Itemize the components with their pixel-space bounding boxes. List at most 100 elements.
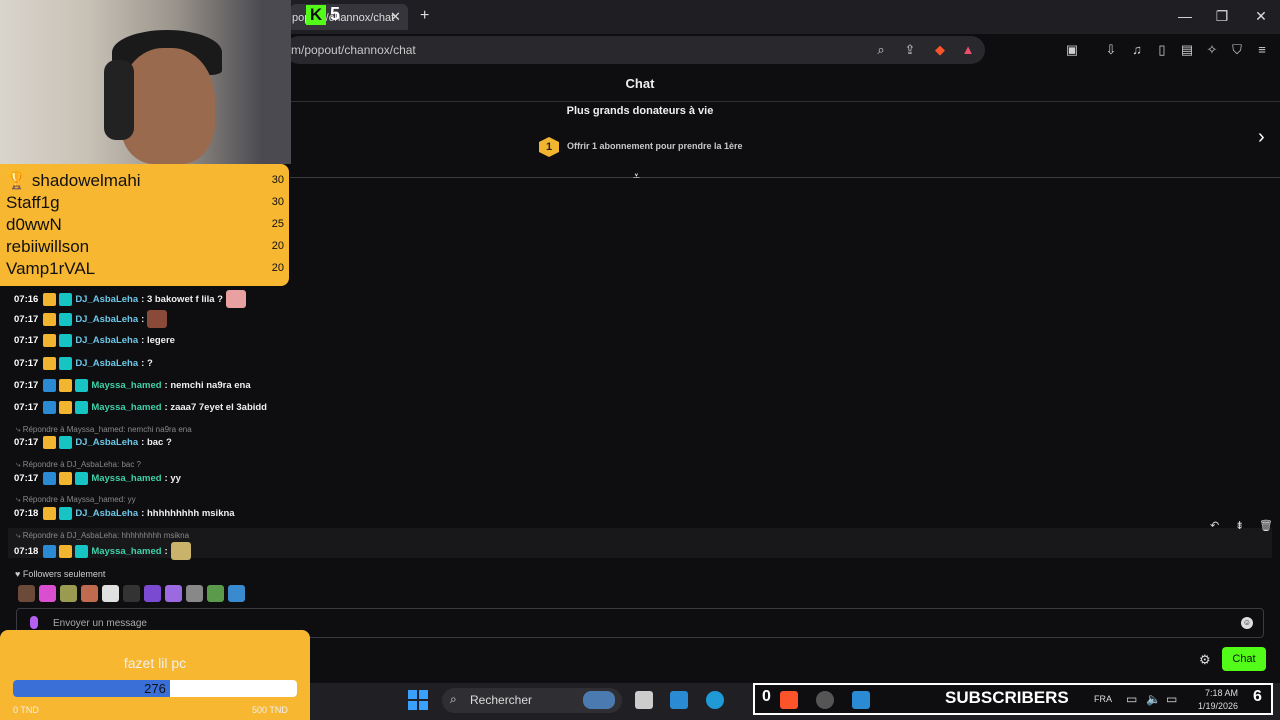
- leaderboard-score: 20: [271, 240, 284, 252]
- screenshot-icon[interactable]: ▣: [1064, 42, 1080, 58]
- message-username[interactable]: DJ_AsbaLeha: [75, 437, 138, 448]
- windows-start-icon[interactable]: [408, 690, 428, 710]
- chat-message[interactable]: 07:17 DJ_AsbaLeha: legere: [14, 334, 175, 347]
- delete-icon[interactable]: 🗑: [1259, 519, 1273, 532]
- message-username[interactable]: Mayssa_hamed: [91, 473, 161, 484]
- goal-title: fazet lil pc: [123, 655, 187, 671]
- network-icon[interactable]: ▭: [1126, 692, 1137, 706]
- crown-badge-icon: [59, 379, 73, 392]
- emote-icon[interactable]: [144, 585, 161, 602]
- app-icon[interactable]: [852, 691, 870, 709]
- message-username[interactable]: DJ_AsbaLeha: [75, 294, 138, 305]
- reply-text: Répondre à Mayssa_hamed: yy: [22, 495, 136, 504]
- reply-text: Répondre à Mayssa_hamed: nemchi na9ra en…: [22, 425, 192, 434]
- brave-rewards-icon[interactable]: ▲: [960, 42, 976, 58]
- app-icon[interactable]: [670, 691, 688, 709]
- reply-icon[interactable]: ↶: [1210, 519, 1219, 532]
- sidebar-icon[interactable]: ▯: [1154, 42, 1170, 58]
- maximize-button[interactable]: ❐: [1212, 8, 1232, 25]
- clock-date[interactable]: 1/19/2026: [1198, 701, 1238, 711]
- emote-icon[interactable]: [186, 585, 203, 602]
- clock-time[interactable]: 7:18 AM: [1205, 688, 1238, 698]
- chat-message[interactable]: 07:17 Mayssa_hamed: nemchi na9ra ena: [14, 379, 251, 392]
- chat-message[interactable]: 07:17 Mayssa_hamed: zaaa7 7eyet el 3abid…: [14, 401, 267, 414]
- chat-message[interactable]: 07:17 DJ_AsbaLeha: ?: [14, 357, 153, 370]
- microphone-icon[interactable]: [30, 616, 38, 629]
- divider: [290, 177, 1280, 178]
- media-icon[interactable]: ♫: [1129, 42, 1145, 58]
- tab-badge: 5: [330, 4, 341, 24]
- mod-badge-icon: [59, 292, 73, 306]
- task-view-icon[interactable]: [635, 691, 653, 709]
- leaderboard-name: Vamp1rVAL: [6, 259, 96, 278]
- message-username[interactable]: DJ_AsbaLeha: [75, 358, 138, 369]
- download-icon[interactable]: ⇩: [1103, 42, 1119, 58]
- emote-icon[interactable]: [39, 585, 56, 602]
- reply-context[interactable]: ⤷ Répondre à Mayssa_hamed: yy: [16, 495, 136, 505]
- emote-icon[interactable]: [165, 585, 182, 602]
- message-username[interactable]: DJ_AsbaLeha: [75, 508, 138, 519]
- gift-sub-prompt[interactable]: Offrir 1 abonnement pour prendre la 1ère: [567, 141, 743, 151]
- hovered-message-bg: [8, 528, 1272, 558]
- leaderboard-name: Staff1g: [6, 193, 60, 212]
- message-username[interactable]: Mayssa_hamed: [91, 380, 161, 391]
- reply-context[interactable]: ⤷ Répondre à Mayssa_hamed: nemchi na9ra …: [16, 425, 192, 435]
- window-close-button[interactable]: ✕: [1251, 8, 1271, 25]
- followers-only-notice: ♥ Followers seulement: [15, 569, 106, 579]
- mod-badge-icon: [59, 436, 73, 449]
- new-tab-button[interactable]: +: [420, 7, 429, 25]
- language-indicator[interactable]: FRA: [1094, 694, 1112, 704]
- message-text: : zaaa7 7eyet el 3abidd: [164, 402, 267, 413]
- emote-icon[interactable]: [102, 585, 119, 602]
- obs-icon[interactable]: [816, 691, 834, 709]
- brave-icon[interactable]: [780, 691, 798, 709]
- emote-icon[interactable]: [123, 585, 140, 602]
- edge-icon[interactable]: [706, 691, 724, 709]
- emote-icon[interactable]: [18, 585, 35, 602]
- chat-message[interactable]: 07:17 DJ_AsbaLeha: bac ?: [14, 436, 172, 449]
- vpn-icon[interactable]: ⛉: [1229, 42, 1245, 58]
- url-text: m/popout/channox/chat: [291, 43, 416, 57]
- emote-icon: [170, 542, 191, 560]
- emote-icon[interactable]: [81, 585, 98, 602]
- gear-icon[interactable]: ⚙: [1199, 652, 1211, 668]
- menu-icon[interactable]: ≡: [1254, 42, 1270, 58]
- subscribers-label: SUBSCRIBERS: [945, 688, 1069, 707]
- message-username[interactable]: DJ_AsbaLeha: [75, 314, 138, 325]
- chat-message[interactable]: 07:17 Mayssa_hamed: yy: [14, 472, 181, 485]
- wallet-icon[interactable]: ▤: [1179, 42, 1195, 58]
- reply-context[interactable]: ⤷ Répondre à DJ_AsbaLeha: hhhhhhhhh msik…: [16, 531, 189, 541]
- message-placeholder: Envoyer un message: [53, 618, 147, 629]
- battery-icon[interactable]: ▭: [1166, 692, 1177, 706]
- pickaxe-badge-icon: [43, 544, 57, 558]
- send-chat-button[interactable]: Chat: [1222, 647, 1266, 671]
- message-username[interactable]: DJ_AsbaLeha: [75, 335, 138, 346]
- reply-context[interactable]: ⤷ Répondre à DJ_AsbaLeha: bac ?: [16, 460, 141, 470]
- quick-emote-bar: [18, 585, 245, 602]
- chat-message[interactable]: 07:17 DJ_AsbaLeha:: [14, 310, 168, 328]
- message-text: : yy: [164, 473, 181, 484]
- emote-icon[interactable]: [60, 585, 77, 602]
- leaderboard-score: 25: [271, 218, 284, 230]
- volume-icon[interactable]: 🔈: [1146, 692, 1161, 706]
- message-username[interactable]: Mayssa_hamed: [91, 546, 161, 557]
- chat-message[interactable]: 07:18 Mayssa_hamed:: [14, 542, 191, 560]
- message-time: 07:16: [14, 293, 39, 305]
- chat-message[interactable]: 07:16 DJ_AsbaLeha: 3 bakowet f lila ?: [14, 290, 246, 308]
- headset-icon: [104, 60, 134, 140]
- rank-badge: 1: [539, 137, 559, 157]
- chat-message[interactable]: 07:18 DJ_AsbaLeha: hhhhhhhhh msikna: [14, 507, 235, 520]
- message-username[interactable]: Mayssa_hamed: [91, 402, 161, 413]
- emote-icon[interactable]: [207, 585, 224, 602]
- pin-icon[interactable]: ⇟: [1235, 519, 1244, 532]
- chevron-right-icon[interactable]: ›: [1258, 126, 1265, 149]
- zoom-icon[interactable]: ⌕: [873, 42, 889, 58]
- leo-icon[interactable]: ✧: [1204, 42, 1220, 58]
- tab-close-icon[interactable]: ✕: [390, 9, 401, 25]
- share-icon[interactable]: ⇪: [902, 42, 918, 58]
- collapse-icon[interactable]: ⩡: [633, 169, 640, 184]
- minimize-button[interactable]: —: [1175, 8, 1195, 24]
- emote-icon[interactable]: [228, 585, 245, 602]
- emoji-icon[interactable]: ☺: [1241, 617, 1253, 629]
- brave-shield-icon[interactable]: ◆: [932, 42, 948, 58]
